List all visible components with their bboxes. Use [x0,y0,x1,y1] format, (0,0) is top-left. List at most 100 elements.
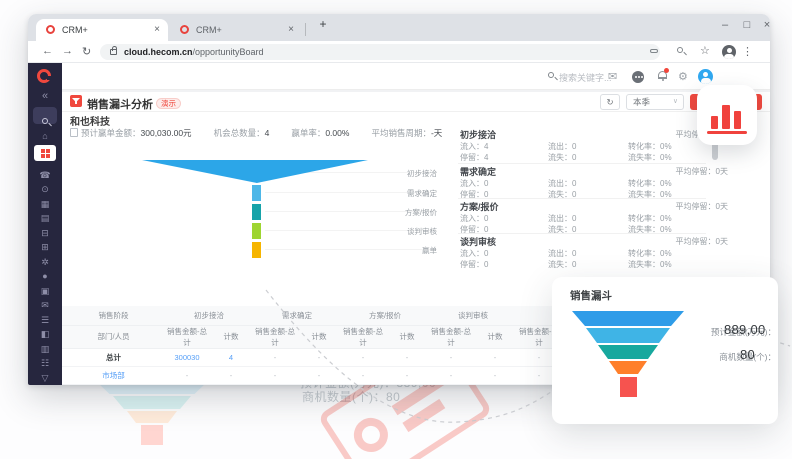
browser-profile-avatar[interactable] [722,45,736,59]
sidebar-item-home[interactable]: ⌂ [28,131,62,141]
sidebar-item-apps[interactable]: ▣ [28,286,62,296]
browser-tab-1[interactable]: CRM+ × [36,19,168,41]
tab-close-icon[interactable]: × [288,24,294,35]
sidebar-collapse-icon[interactable]: « [28,91,62,101]
sidebar-item-building[interactable]: ▥ [28,344,62,354]
divider [62,111,770,112]
metric-value: 0 [572,214,576,223]
sidebar-item-clock[interactable]: ⊙ [28,184,62,194]
cell: - [297,366,341,384]
back-button[interactable]: ← [42,45,53,57]
metric-label: 转化率： [628,214,660,223]
card-funnel-stage-1 [572,311,684,326]
card-count-value: 80 [740,347,755,362]
funnel-label-5: 赢单 [360,245,437,256]
page: 预计金额(万元)：889,00 商机数量(个)：80 CRM+ × CRM+ ×… [0,0,792,459]
sidebar-search-button[interactable] [33,107,57,124]
sales-funnel-card: 销售漏斗 预计金额(万元)： 商机数量(个)： 889,00 80 [552,277,778,424]
refresh-button[interactable]: ↻ [600,94,620,110]
search-icon [548,72,554,78]
metric-value: 0% [660,214,672,223]
stage-avg-stay: 平均停留：0天 [676,236,728,247]
forward-button[interactable]: → [62,45,73,57]
summary-value: -天 [431,128,442,138]
new-tab-button[interactable]: + [314,17,332,31]
sidebar-item-chat[interactable]: ☰ [28,315,62,325]
metric-label: 流入： [460,179,484,188]
stage-avg-stay: 平均停留：0天 [676,166,728,177]
col-header: 计数 [209,325,253,348]
metric-label: 流失率： [628,260,660,269]
browser-tab-bar: CRM+ × CRM+ × + – □ × [28,14,770,41]
stage-avg-stay: 平均停留：0天 [676,201,728,212]
sidebar-item-record[interactable]: ● [28,271,62,281]
funnel-stage-2[interactable] [252,185,261,201]
cell: - [253,366,297,384]
password-key-icon[interactable] [650,49,658,53]
address-bar[interactable]: cloud.hecom.cn/opportunityBoard [100,44,660,60]
search-icon [42,118,48,124]
window-maximize-button[interactable]: □ [738,19,756,31]
notification-badge [664,68,669,73]
gear-icon[interactable]: ⚙ [678,70,688,83]
url-path: /opportunityBoard [193,47,264,57]
bookmark-star-icon[interactable]: ☆ [700,44,710,57]
row-name-link[interactable]: 市场部 [62,366,165,384]
reload-button[interactable]: ↻ [82,45,91,58]
summary-stats: 预计赢单金额：300,030.00元 机会总数量：4 赢单率：0.00% 平均销… [70,127,442,139]
funnel-stage-5[interactable] [252,242,261,258]
metric-value: 0 [484,214,488,223]
page-title: 销售漏斗分析 [87,96,153,112]
app-search-input[interactable]: 搜索关键字... [559,71,612,84]
sidebar-item-mail[interactable]: ✉ [28,300,62,310]
metric-label: 流失： [548,260,572,269]
metric-label: 流出： [548,142,572,151]
metric-label: 流出： [548,214,572,223]
inbox-mail-icon[interactable]: ✉ [608,70,617,83]
sidebar-item-report[interactable]: ▤ [28,213,62,223]
period-select[interactable]: 本季 ∨ [626,94,684,110]
sidebar-item-phone[interactable]: ☎ [28,170,62,180]
divider [62,90,770,92]
demo-badge: 演示 [156,98,181,109]
tab-separator [305,23,306,36]
window-close-button[interactable]: × [758,19,770,31]
card-funnel-stage-2 [586,328,670,343]
summary-value: 300,030.00元 [141,128,192,138]
stage-name: 初步接洽 [460,128,496,141]
funnel-stage-3[interactable] [252,204,261,220]
sidebar-item-documents[interactable]: ⊟ [28,228,62,238]
col-header: 部门/人员 [62,325,165,348]
sidebar-item-opportunity-board-active[interactable] [34,145,56,161]
summary-doc-icon [70,128,78,137]
user-avatar[interactable] [698,69,713,84]
bar-chart-icon [707,131,747,134]
browser-menu-icon[interactable]: ⋮ [742,45,753,58]
cell-link[interactable]: 300030 [165,348,209,366]
card-funnel-stage-4 [609,361,647,374]
report-icon-card[interactable] [697,85,757,145]
sidebar-item-funnel[interactable]: ▽ [28,373,62,383]
sidebar-item-approval[interactable]: ⊞ [28,242,62,252]
browser-url-bar: ← → ↻ cloud.hecom.cn/opportunityBoard ☆ … [28,41,770,63]
stage-name: 方案/报价 [460,200,499,213]
metric-value: 0 [572,260,576,269]
metric-value: 0% [660,153,672,162]
cell: - [473,366,517,384]
url-domain: cloud.hecom.cn [124,47,193,57]
funnel-stage-4[interactable] [252,223,261,239]
tab-close-icon[interactable]: × [154,24,160,35]
bar-chart-icon [711,116,718,129]
card-amount-value: 889,00 [724,322,766,337]
sidebar-item-settings[interactable]: ✲ [28,257,62,267]
browser-tab-2[interactable]: CRM+ × [170,19,302,41]
window-minimize-button[interactable]: – [716,19,734,31]
message-icon[interactable] [632,71,644,83]
sidebar-item-calendar[interactable]: ▦ [28,199,62,209]
cell-link[interactable]: 4 [209,348,253,366]
sidebar-item-org[interactable]: ☷ [28,358,62,368]
summary-label: 平均销售周期： [371,128,431,138]
search-icon[interactable] [677,47,683,53]
stage-name: 谈判审核 [460,235,496,248]
sidebar-item-analytics[interactable]: ◧ [28,329,62,339]
